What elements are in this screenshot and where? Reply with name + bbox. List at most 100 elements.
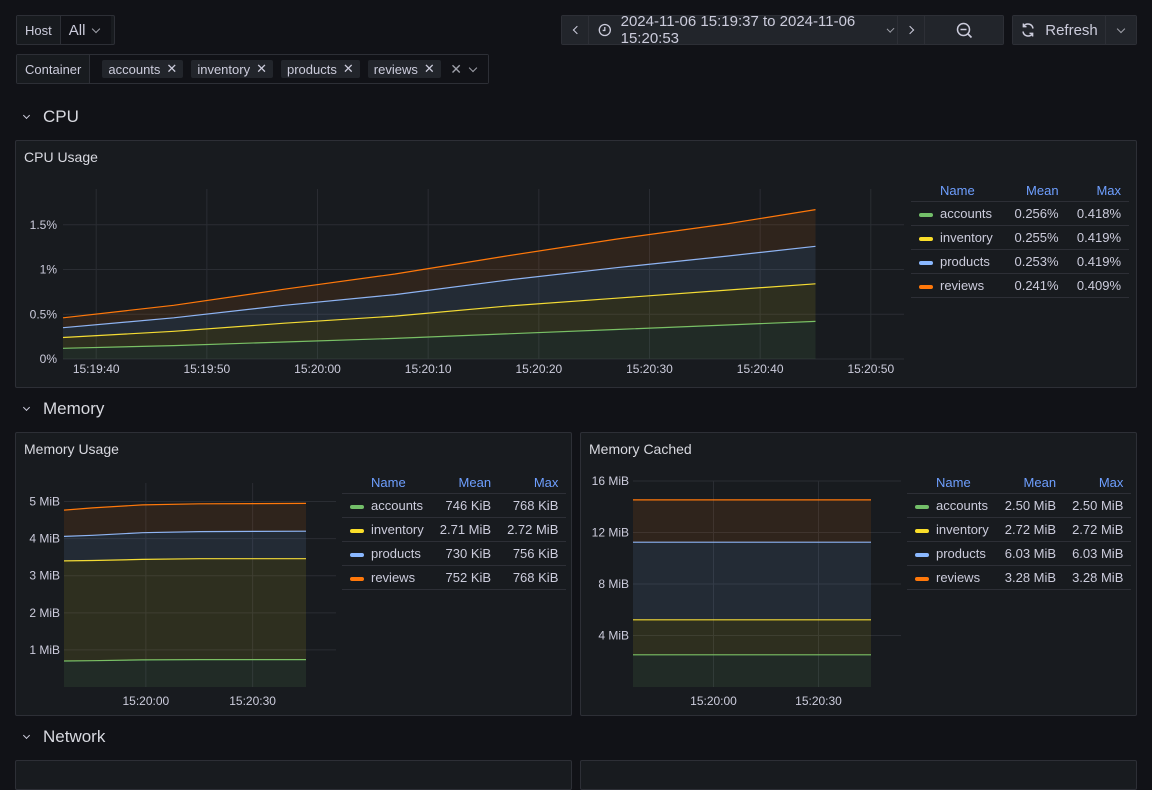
legend-row[interactable]: products 730 KiB 756 KiB	[342, 541, 567, 566]
y-tick-label: 4 MiB	[598, 629, 629, 643]
host-label: Host	[17, 16, 61, 44]
series-color-swatch	[919, 212, 933, 217]
y-tick-label: 0%	[40, 352, 58, 366]
chevron-down-icon	[22, 403, 31, 412]
series-name: accounts	[940, 206, 993, 221]
legend-row[interactable]: accounts 746 KiB 768 KiB	[342, 493, 567, 518]
series-color-swatch	[919, 284, 933, 289]
legend-row[interactable]: inventory 0.255% 0.419%	[911, 225, 1129, 250]
remove-chip-icon[interactable]: ✕	[166, 61, 177, 77]
chip-label: products	[286, 61, 337, 77]
refresh-interval-dropdown[interactable]	[1106, 16, 1136, 44]
y-tick-label: 1%	[40, 263, 58, 277]
panel-title[interactable]: Memory Cached	[589, 441, 692, 457]
x-tick-label: 15:20:20	[515, 362, 562, 376]
container-select[interactable]: accounts ✕ inventory ✕ products ✕ reviews ✕ ✕	[90, 55, 488, 83]
series-max: 768 KiB	[499, 493, 567, 518]
x-tick-label: 15:20:00	[122, 694, 169, 708]
series-mean: 752 KiB	[431, 565, 500, 590]
legend-row[interactable]: reviews 752 KiB 768 KiB	[342, 565, 567, 590]
zoom-out-button[interactable]	[925, 16, 1003, 44]
series-name: accounts	[936, 498, 989, 513]
series-mean: 2.71 MiB	[431, 517, 500, 542]
series-color-swatch	[350, 576, 364, 581]
row-network-toggle[interactable]: Network	[14, 727, 105, 747]
host-select[interactable]: All	[60, 16, 112, 44]
remove-chip-icon[interactable]: ✕	[424, 61, 435, 77]
container-chip: products ✕	[280, 60, 360, 78]
x-tick-label: 15:20:00	[294, 362, 341, 376]
series-max: 3.28 MiB	[1064, 565, 1132, 590]
series-max: 6.03 MiB	[1064, 541, 1132, 566]
chip-label: reviews	[373, 61, 418, 77]
series-max: 0.419%	[1066, 249, 1129, 274]
legend-row[interactable]: inventory 2.71 MiB 2.72 MiB	[342, 517, 567, 542]
area-fill-products	[64, 531, 306, 561]
series-max: 2.72 MiB	[499, 517, 567, 542]
time-shift-back-button[interactable]	[562, 16, 589, 44]
legend-row[interactable]: reviews 3.28 MiB 3.28 MiB	[907, 565, 1132, 590]
legend-header-max[interactable]: Max	[1064, 472, 1131, 494]
clear-icon[interactable]: ✕	[450, 61, 462, 78]
panel-title[interactable]: Memory Usage	[24, 441, 119, 457]
cpu-usage-chart[interactable]: 0% 0.5% 1% 1.5% 15:19:40 15:19:50 15:20:00 15:2…	[16, 181, 911, 386]
x-tick-label: 15:19:50	[183, 362, 230, 376]
remove-chip-icon[interactable]: ✕	[256, 61, 267, 77]
panel-title[interactable]: CPU Usage	[24, 149, 98, 165]
container-variable[interactable]: Container accounts ✕ inventory ✕ products ✕ re…	[16, 54, 489, 84]
series-name: accounts	[371, 498, 424, 513]
y-tick-label: 1 MiB	[29, 643, 60, 657]
host-variable[interactable]: Host All	[16, 15, 115, 45]
chevron-down-icon	[1116, 24, 1126, 33]
row-title: CPU	[43, 107, 79, 126]
legend-row[interactable]: reviews 0.241% 0.409%	[911, 273, 1129, 298]
panel-memory-usage: Memory Usage 1 MiB 2 MiB 3 MiB 4 MiB 5 MiB 15…	[15, 432, 572, 716]
series-max: 0.418%	[1066, 201, 1129, 226]
refresh-button[interactable]: Refresh	[1013, 16, 1106, 44]
row-title: Network	[43, 727, 106, 746]
legend-row[interactable]: products 6.03 MiB 6.03 MiB	[907, 541, 1132, 566]
legend-header-max[interactable]: Max	[499, 472, 566, 494]
series-color-swatch	[350, 552, 364, 557]
series-color-swatch	[915, 576, 929, 581]
chevron-down-icon	[92, 24, 101, 33]
series-max: 0.419%	[1066, 225, 1129, 250]
y-tick-label: 12 MiB	[592, 526, 629, 540]
x-tick-label: 15:19:40	[73, 362, 120, 376]
series-color-swatch	[919, 260, 933, 265]
chevron-down-icon[interactable]	[468, 63, 478, 72]
legend-header-mean[interactable]: Mean	[432, 472, 499, 494]
row-cpu-toggle[interactable]: CPU	[14, 107, 79, 127]
row-memory-toggle[interactable]: Memory	[14, 399, 104, 419]
x-tick-label: 15:20:30	[229, 694, 276, 708]
row-title: Memory	[43, 399, 105, 418]
zoom-out-icon	[956, 22, 972, 38]
y-tick-label: 2 MiB	[29, 606, 60, 620]
refresh-icon	[1022, 23, 1034, 37]
legend-row[interactable]: products 0.253% 0.419%	[911, 249, 1129, 274]
remove-chip-icon[interactable]: ✕	[343, 61, 354, 77]
memory-usage-legend: Name Mean Max accounts 746 KiB 768 KiB invento…	[342, 472, 567, 590]
series-max: 2.72 MiB	[1064, 517, 1132, 542]
time-shift-forward-button[interactable]	[898, 16, 925, 44]
legend-header-name[interactable]: Name	[911, 180, 1004, 202]
legend-row[interactable]: accounts 0.256% 0.418%	[911, 201, 1129, 226]
x-tick-label: 15:20:00	[690, 694, 737, 708]
legend-header-name[interactable]: Name	[907, 472, 997, 494]
legend-row[interactable]: inventory 2.72 MiB 2.72 MiB	[907, 517, 1132, 542]
memory-cached-chart[interactable]: 4 MiB 8 MiB 12 MiB 16 MiB 15:20:00 15:20:30	[581, 473, 906, 713]
legend-header-mean[interactable]: Mean	[997, 472, 1064, 494]
series-color-swatch	[915, 528, 929, 533]
series-mean: 0.255%	[1004, 225, 1067, 250]
legend-header-max[interactable]: Max	[1067, 180, 1129, 202]
legend-row[interactable]: accounts 2.50 MiB 2.50 MiB	[907, 493, 1132, 518]
legend-header-name[interactable]: Name	[342, 472, 432, 494]
legend-header-mean[interactable]: Mean	[1004, 180, 1066, 202]
series-mean: 746 KiB	[431, 493, 500, 518]
refresh-controls: Refresh	[1012, 15, 1137, 45]
panel-network-left	[15, 760, 572, 790]
chip-label: accounts	[108, 61, 161, 77]
time-range-picker[interactable]: 2024-11-06 15:19:37 to 2024-11-06 15:20:…	[589, 13, 898, 47]
y-tick-label: 1.5%	[30, 218, 58, 232]
memory-usage-chart[interactable]: 1 MiB 2 MiB 3 MiB 4 MiB 5 MiB 15:20:00 15:20:3…	[16, 473, 341, 713]
